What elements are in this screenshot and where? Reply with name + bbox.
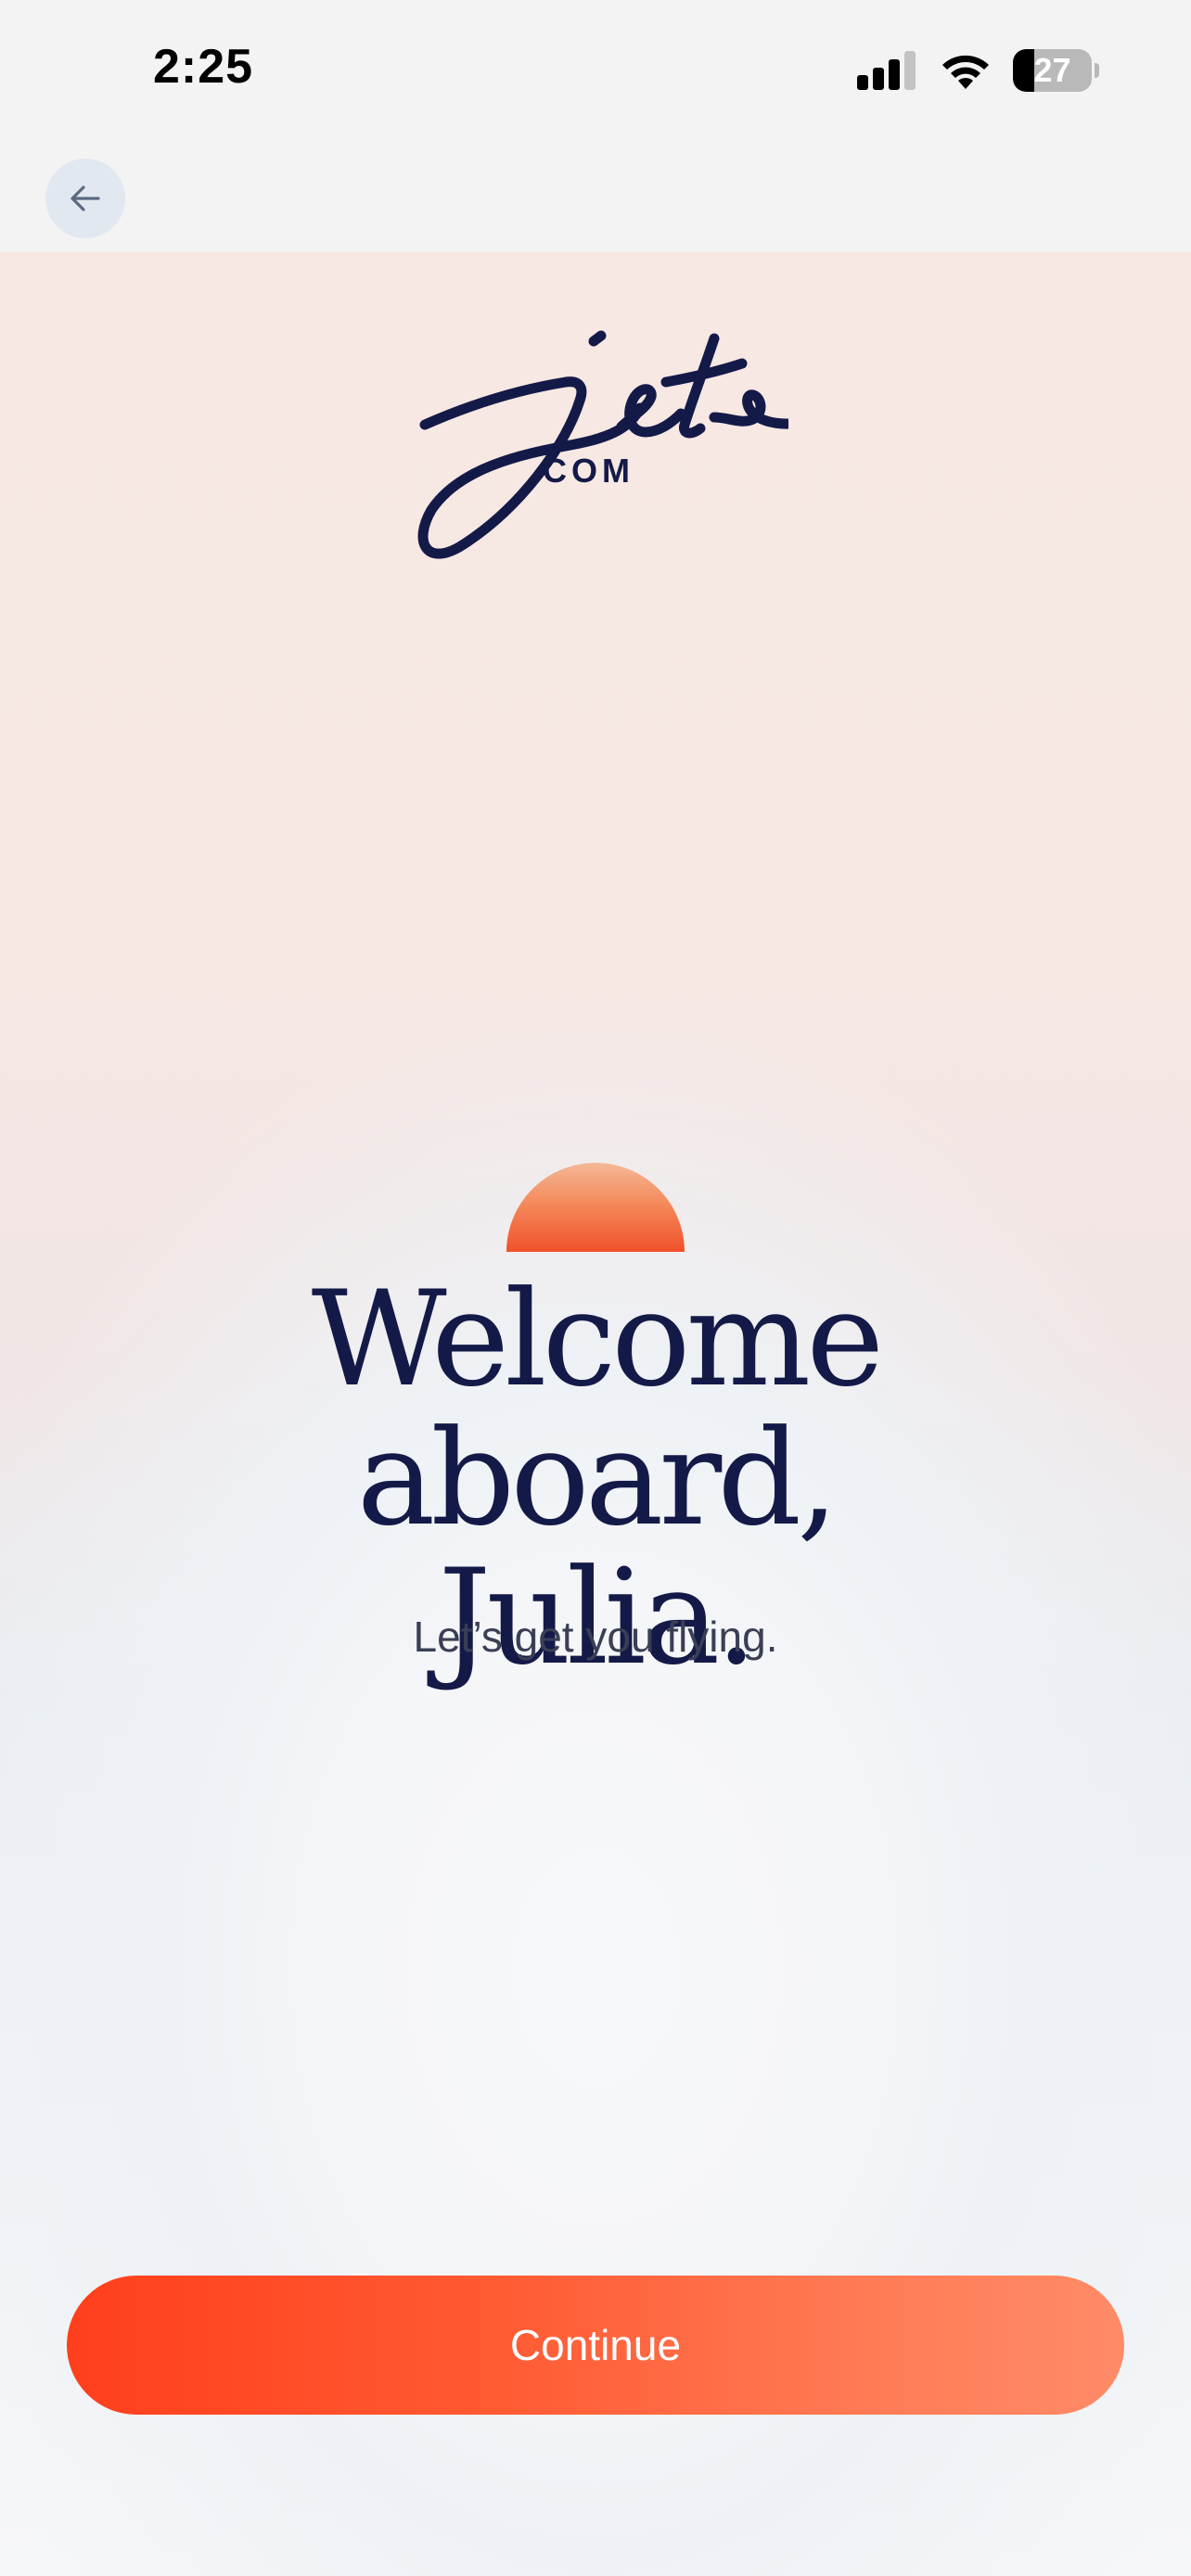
sunrise-icon — [506, 1163, 685, 1252]
battery-level: 27 — [1033, 51, 1071, 89]
welcome-title-line1: Welcome aboard, — [311, 1263, 885, 1555]
logo-suffix: .COM — [529, 452, 634, 490]
welcome-subtitle: Let’s get you flying. — [413, 1613, 778, 1661]
battery-indicator: 27 — [1013, 49, 1099, 92]
back-button[interactable] — [45, 159, 125, 238]
jets-logo: .COM — [417, 330, 788, 559]
arrow-left-icon — [70, 185, 100, 211]
battery-body: 27 — [1013, 49, 1092, 92]
header-area: 2:25 27 — [0, 0, 1191, 252]
battery-cap — [1095, 63, 1099, 78]
welcome-screen: 2:25 27 .COM Welcome aboard, Julia. Let’… — [0, 0, 1191, 2576]
status-time: 2:25 — [153, 40, 254, 94]
cellular-signal-icon — [857, 51, 916, 90]
wifi-icon — [942, 55, 989, 89]
continue-button[interactable]: Continue — [67, 2276, 1124, 2415]
